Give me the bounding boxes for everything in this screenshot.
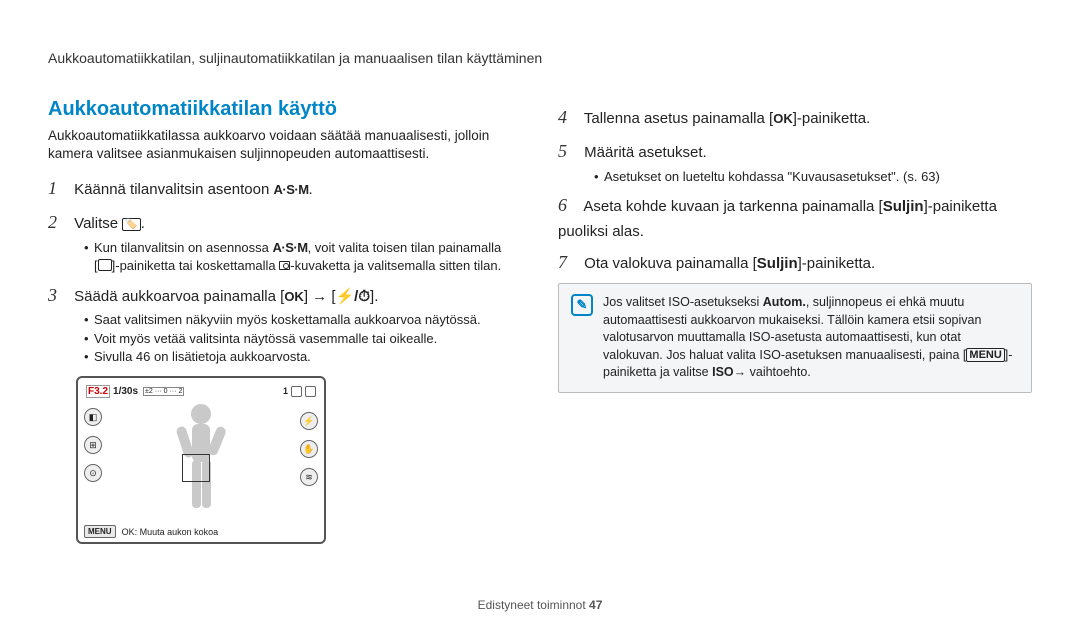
step-6: 6 Aseta kohde kuvaan ja tarkenna painama…: [558, 192, 1032, 243]
lcd-right-icons: 1: [283, 386, 316, 397]
footer-label: Edistyneet toiminnot: [478, 598, 589, 612]
note-text: Jos valitset ISO-asetukseksi Autom., sul…: [603, 294, 1019, 382]
step-number: 7: [558, 249, 580, 277]
note-autom: Autom.: [763, 295, 806, 309]
lcd-icon-button: ⊞: [84, 436, 102, 454]
lcd-counter: 1: [283, 386, 288, 396]
lcd-flash-button: ⚡: [300, 412, 318, 430]
arrow-icon: → vaihtoehto.: [734, 364, 811, 382]
lcd-left-controls: ◧ ⊞ ⊙: [84, 408, 102, 482]
bullet-text: ]-painiketta tai koskettamalla: [112, 258, 280, 273]
note-iso: ISO: [712, 365, 734, 379]
right-column: 4 Tallenna asetus painamalla [OK]-painik…: [558, 98, 1032, 544]
step-text: ] → [: [304, 288, 336, 305]
camera-icon: [279, 261, 290, 270]
lcd-icon-button: ⊙: [84, 464, 102, 482]
step-text: Määritä asetukset.: [584, 144, 707, 161]
step-1: 1 Käännä tilanvalitsin asentoon A·S·M.: [48, 175, 522, 203]
step-text: Ota valokuva painamalla [: [584, 255, 757, 272]
step-4: 4 Tallenna asetus painamalla [OK]-painik…: [558, 104, 1032, 132]
page-footer: Edistyneet toiminnot 47: [0, 598, 1080, 612]
lcd-battery-icon: [305, 386, 316, 397]
lcd-sd-icon: [291, 386, 302, 397]
bullet-text: , voit valita toisen tilan painamalla: [308, 240, 502, 255]
back-icon: [98, 259, 112, 271]
lcd-hand-button: ✋: [300, 440, 318, 458]
bullet-text: -kuvaketta ja valitsemalla sitten tilan.: [290, 258, 501, 273]
lcd-menu-badge: MENU: [84, 525, 116, 538]
step-text: .: [141, 215, 145, 232]
lcd-icon-button: ◧: [84, 408, 102, 426]
step-5: 5 Määritä asetukset.: [558, 138, 1032, 166]
page-number: 47: [589, 598, 602, 612]
ok-icon: OK: [773, 111, 793, 126]
step-2-bullets: Kun tilanvalitsin on asennossa A·S·M, vo…: [84, 239, 522, 275]
menu-icon: MENU: [966, 348, 1004, 362]
bullet-text: Kun tilanvalitsin on asennossa: [94, 240, 273, 255]
bullet-item: Saat valitsimen näkyviin myös koskettama…: [84, 311, 522, 329]
asm-icon: A·S·M: [273, 239, 308, 257]
lcd-topbar: F3.2 1/30s ±2 ··· 0 ··· 2 1: [86, 384, 316, 398]
step-text: .: [309, 181, 313, 198]
step-2: 2 Valitse 🏷️.: [48, 209, 522, 237]
step-3-bullets: Saat valitsimen näkyviin myös koskettama…: [84, 311, 522, 366]
lcd-focus-box: [182, 454, 210, 482]
lcd-ev-scale: ±2 ··· 0 ··· 2: [143, 387, 184, 396]
step-text: Valitse: [74, 215, 122, 232]
step-text: ]-painiketta.: [793, 110, 871, 127]
step-7: 7 Ota valokuva painamalla [Suljin]-paini…: [558, 249, 1032, 277]
step-number: 5: [558, 138, 580, 166]
step-text: Aseta kohde kuvaan ja tarkenna painamall…: [583, 198, 882, 215]
lcd-aperture: F3.2: [86, 385, 110, 398]
step-5-bullets: Asetukset on lueteltu kohdassa "Kuvausas…: [594, 168, 1032, 186]
lcd-ok-hint: OK: Muuta aukon kokoa: [122, 527, 219, 537]
lcd-shutter: 1/30s: [112, 386, 139, 397]
note-fragment: Jos valitset ISO-asetukseksi: [603, 295, 763, 309]
section-intro: Aukkoautomatiikkatilassa aukkoarvo voida…: [48, 127, 522, 163]
step-text: Käännä tilanvalitsin asentoon: [74, 181, 273, 198]
page-header: Aukkoautomatiikkatilan, suljinautomatiik…: [48, 50, 1032, 66]
info-note: ✎ Jos valitset ISO-asetukseksi Autom., s…: [558, 283, 1032, 393]
bullet-item: Sivulla 46 on lisätietoja aukkoarvosta.: [84, 348, 522, 366]
step-3: 3 Säädä aukkoarvoa painamalla [OK] → [⚡/…: [48, 282, 522, 310]
section-title: Aukkoautomatiikkatilan käyttö: [48, 98, 522, 121]
lcd-right-controls: ⚡ ✋ ≋: [300, 412, 318, 486]
step-number: 4: [558, 104, 580, 132]
step-text: ]-painiketta.: [798, 255, 876, 272]
left-column: Aukkoautomatiikkatilan käyttö Aukkoautom…: [48, 98, 522, 544]
shutter-label: Suljin: [883, 198, 924, 215]
bullet-item: Asetukset on lueteltu kohdassa "Kuvausas…: [594, 168, 1032, 186]
ok-icon: OK: [284, 289, 304, 304]
bullet-item: Kun tilanvalitsin on asennossa A·S·M, vo…: [84, 239, 522, 275]
camera-lcd-preview: F3.2 1/30s ±2 ··· 0 ··· 2 1 ◧ ⊞ ⊙ ⚡ ✋ ≋: [76, 376, 326, 544]
mode-badge-icon: 🏷️: [122, 218, 140, 231]
step-number: 1: [48, 175, 70, 203]
asm-icon: A·S·M: [273, 180, 308, 200]
lcd-is-button: ≋: [300, 468, 318, 486]
flash-timer-icon: ⚡/⏱: [335, 285, 370, 308]
bullet-item: Voit myös vetää valitsinta näytössä vase…: [84, 330, 522, 348]
step-number: 2: [48, 209, 70, 237]
step-text: Tallenna asetus painamalla [: [584, 110, 773, 127]
step-number: 3: [48, 282, 70, 310]
step-text: ].: [370, 288, 378, 305]
lcd-bottom-bar: MENU OK: Muuta aukon kokoa: [84, 525, 318, 538]
step-text: Säädä aukkoarvoa painamalla [: [74, 288, 284, 305]
note-icon: ✎: [571, 294, 593, 316]
step-number: 6: [558, 192, 580, 220]
shutter-label: Suljin: [757, 255, 798, 272]
